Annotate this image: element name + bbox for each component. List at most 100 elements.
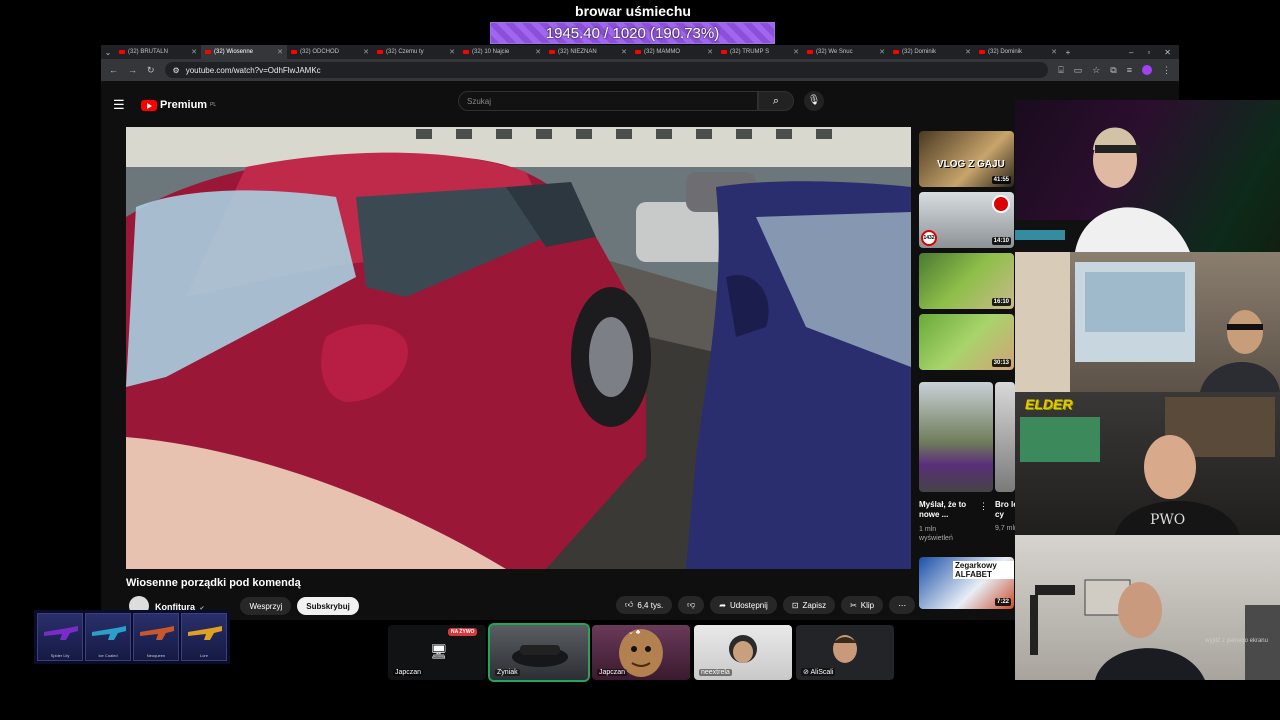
recommended-video-5[interactable]: Zegarkowy ALFABET 7:22 — [919, 557, 1014, 609]
video-duration: 16:10 — [991, 298, 1011, 306]
weapon-icon — [188, 626, 222, 640]
browser-tab[interactable]: (32) MAMMO ✕ — [631, 45, 717, 59]
discord-tile-5[interactable]: ⊘ AliScali — [796, 625, 894, 680]
weapon-icon — [92, 626, 126, 640]
tab-title: (32) Dominik — [902, 49, 937, 55]
save-button[interactable]: ⊡ Zapisz — [782, 596, 836, 614]
screen-share-icon: 🖥︎ — [430, 643, 448, 659]
tab-search-icon[interactable]: ⌄ — [101, 48, 115, 57]
video-frame — [126, 127, 911, 569]
short-more-icon[interactable]: ⋮ — [979, 501, 988, 512]
support-button[interactable]: Wesprzyj — [240, 597, 292, 615]
recommended-short-views-label: wyświetleń — [919, 535, 953, 542]
video-player[interactable] — [126, 127, 911, 569]
subscribe-button[interactable]: Subskrybuj — [297, 597, 359, 615]
exit-fullscreen-hint[interactable]: wyjdź z pełnego ekranu — [1205, 638, 1268, 644]
stop-sign-icon — [992, 195, 1010, 213]
site-info-icon[interactable]: ⚙ — [173, 66, 180, 75]
hamburger-menu-icon[interactable]: ☰ — [113, 97, 133, 113]
discord-call-tiles: 🖥︎ NA ŻYWO Japczan Zyniak ⌄ ♣ Japczan ne… — [388, 623, 894, 682]
weapon-skin-card: Ice Coaled — [85, 613, 131, 661]
new-tab-button[interactable]: + — [1061, 48, 1075, 57]
close-tab-icon[interactable]: ✕ — [363, 48, 369, 56]
close-tab-icon[interactable]: ✕ — [449, 48, 455, 56]
close-window-icon[interactable]: ✕ — [1164, 48, 1171, 57]
search-input[interactable] — [458, 91, 758, 111]
youtube-favicon-icon — [635, 50, 641, 54]
tab-title: (32) 10 Najcie — [472, 49, 510, 55]
close-tab-icon[interactable]: ✕ — [793, 48, 799, 56]
close-tab-icon[interactable]: ✕ — [191, 48, 197, 56]
minimize-icon[interactable]: – — [1129, 48, 1133, 57]
share-button[interactable]: ➦ Udostępnij — [710, 596, 777, 614]
youtube-favicon-icon — [807, 50, 813, 54]
dislike-button[interactable]: 👎︎ — [678, 596, 705, 614]
search-button[interactable]: ⌕ — [758, 91, 794, 111]
tile-username: ⊘ AliScali — [801, 668, 836, 676]
voice-search-icon[interactable]: 🎙 — [804, 91, 824, 111]
tab-strip: ⌄ (32) BRUTALN ✕ (32) Wiosenne ✕ (32) ODCHOD… — [101, 45, 1179, 59]
cast-icon[interactable]: ▭ — [1074, 65, 1083, 76]
clip-label: Klip — [860, 600, 875, 610]
browser-tab[interactable]: (32) ODCHOD ✕ — [287, 45, 373, 59]
more-actions-button[interactable]: ⋯ — [889, 596, 916, 614]
tile-username: Japczan — [597, 669, 628, 676]
close-tab-icon[interactable]: ✕ — [879, 48, 885, 56]
forward-icon[interactable]: → — [128, 65, 137, 75]
webcam-person-1 — [1015, 127, 1190, 252]
recommended-video-1[interactable]: VLOG Z GAJU 41:55 — [919, 131, 1014, 187]
close-tab-icon[interactable]: ✕ — [277, 48, 283, 56]
recommended-short-title[interactable]: Myślał, że to nowe ... — [919, 500, 979, 520]
weapon-skin-card: Spider Lily — [37, 613, 83, 661]
menu-dots-icon[interactable]: ⋮ — [1162, 65, 1171, 76]
recommended-short-1[interactable] — [919, 382, 993, 492]
discord-tile-3[interactable]: ⌄ ♣ Japczan — [592, 625, 690, 680]
recommended-video-3[interactable]: 16:10 — [919, 253, 1014, 309]
video-title: Wiosenne porządki pod komendą — [126, 577, 301, 589]
video-duration: 7:22 — [994, 598, 1011, 606]
media-icon[interactable]: ≡ — [1127, 65, 1132, 75]
weapon-skin-name: Neoqueen — [146, 653, 166, 658]
logo-text: Premium — [160, 99, 208, 111]
browser-tab[interactable]: (32) Wiosenne ✕ — [201, 45, 287, 59]
browser-tab[interactable]: (32) We Snuc ✕ — [803, 45, 889, 59]
thumbs-down-icon: 👎︎ — [687, 600, 696, 609]
close-tab-icon[interactable]: ✕ — [621, 48, 627, 56]
discord-tile-1[interactable]: 🖥︎ NA ŻYWO Japczan — [388, 625, 486, 680]
discord-tile-4[interactable]: neextrela — [694, 625, 792, 680]
recommended-short-views: 1 mln — [919, 526, 937, 533]
maximize-icon[interactable]: ▫ — [1147, 48, 1150, 57]
tab-title: (32) ODCHOD — [300, 49, 340, 55]
recommended-short-2[interactable] — [995, 382, 1015, 492]
more-dots-icon: ⋯ — [898, 600, 907, 610]
browser-tab[interactable]: (32) NIEZNAN ✕ — [545, 45, 631, 59]
browser-tab[interactable]: (32) Czemu ty ✕ — [373, 45, 459, 59]
url-field[interactable]: ⚙ youtube.com/watch?v=OdhFlwJAMKc — [164, 62, 1049, 78]
close-tab-icon[interactable]: ✕ — [965, 48, 971, 56]
tab-list: (32) BRUTALN ✕ (32) Wiosenne ✕ (32) ODCHOD ✕(… — [115, 45, 1061, 59]
back-icon[interactable]: ← — [109, 65, 118, 75]
like-button[interactable]: 👍︎ 6,4 tys. — [616, 596, 673, 614]
translate-icon[interactable]: ⌸ — [1058, 65, 1063, 76]
url-text: youtube.com/watch?v=OdhFlwJAMKc — [185, 65, 321, 75]
discord-tile-2[interactable]: Zyniak — [488, 623, 590, 682]
browser-tab[interactable]: (32) TRUMP S ✕ — [717, 45, 803, 59]
recommended-thumb-text-1: VLOG Z GAJU — [937, 159, 1005, 170]
youtube-play-icon — [141, 99, 157, 111]
extensions-icon[interactable]: ⧉ — [1110, 65, 1116, 76]
reload-icon[interactable]: ↻ — [147, 65, 155, 76]
browser-tab[interactable]: (32) 10 Najcie ✕ — [459, 45, 545, 59]
browser-tab[interactable]: (32) Dominik ✕ — [889, 45, 975, 59]
recommended-video-4[interactable]: 30:13 — [919, 314, 1014, 370]
browser-tab[interactable]: (32) Dominik ✕ — [975, 45, 1061, 59]
close-tab-icon[interactable]: ✕ — [535, 48, 541, 56]
browser-tab[interactable]: (32) BRUTALN ✕ — [115, 45, 201, 59]
bookmark-star-icon[interactable]: ☆ — [1092, 65, 1100, 76]
close-tab-icon[interactable]: ✕ — [1051, 48, 1057, 56]
close-tab-icon[interactable]: ✕ — [707, 48, 713, 56]
clip-button[interactable]: ✂ Klip — [841, 596, 884, 614]
webcam-streamer-2 — [1015, 252, 1280, 392]
recommended-video-2[interactable]: 1432 14:10 — [919, 192, 1014, 248]
youtube-logo[interactable]: Premium PL — [141, 99, 216, 111]
profile-avatar[interactable] — [1142, 65, 1152, 75]
